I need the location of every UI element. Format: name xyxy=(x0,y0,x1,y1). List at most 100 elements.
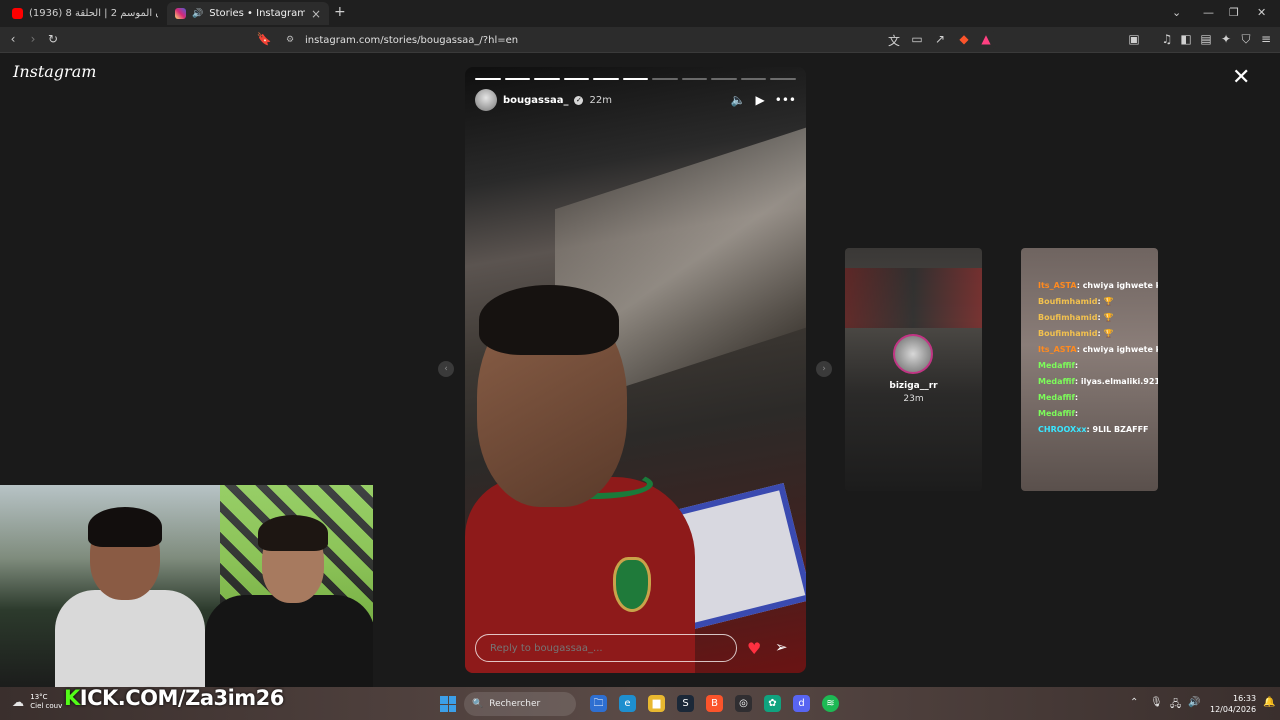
brave-shield-icon[interactable]: ◆ xyxy=(956,32,972,46)
previous-story-icon[interactable]: ‹ xyxy=(438,361,454,377)
weather-widget[interactable]: ☁ 13°C Ciel couv xyxy=(12,693,62,711)
avatar[interactable] xyxy=(475,89,497,111)
progress-segment xyxy=(504,78,531,80)
brave-rewards-icon[interactable]: ▲ xyxy=(978,32,994,46)
reply-input[interactable] xyxy=(475,634,737,662)
wallet-icon[interactable]: ▤ xyxy=(1198,32,1214,46)
app-icon-discord[interactable]: d xyxy=(793,695,810,712)
chat-line: Boufimhamid: 🏆 xyxy=(1038,326,1158,342)
chat-line: Its_ASTA: chwiya ighwete ktar xyxy=(1038,342,1158,358)
story-badge xyxy=(613,557,651,612)
chat-message: : 🏆 xyxy=(1097,297,1114,306)
webcam-overlay xyxy=(0,485,373,694)
reader-icon[interactable]: ◧ xyxy=(1178,32,1194,46)
media-icon[interactable]: ♫ xyxy=(1159,32,1175,46)
taskbar-clock[interactable]: 16:33 12/04/2026 xyxy=(1210,693,1256,715)
clock-time: 16:33 xyxy=(1233,694,1257,703)
more-options-icon[interactable]: ••• xyxy=(775,93,796,107)
chat-username: Boufimhamid xyxy=(1038,329,1098,338)
next-story-icon[interactable]: › xyxy=(816,361,832,377)
app-icon-edge[interactable]: e xyxy=(619,695,636,712)
story-username[interactable]: bougassaa_ xyxy=(503,95,568,106)
app-icon-steam[interactable]: S xyxy=(677,695,694,712)
progress-segment xyxy=(681,78,708,80)
chat-overlay: Its_ASTA: chwiya ighwete ktarBoufimhamid… xyxy=(1038,278,1158,438)
close-tab-icon[interactable]: × xyxy=(311,7,321,21)
preview-time: 23m xyxy=(903,394,924,404)
scrollbar[interactable] xyxy=(1272,65,1276,675)
share-icon[interactable]: ↗ xyxy=(932,32,948,46)
progress-segment xyxy=(711,78,737,80)
kick-url: ICK.COM/Za3im26 xyxy=(79,686,285,710)
close-window-icon[interactable]: ✕ xyxy=(1257,6,1266,19)
menu-icon[interactable]: ≡ xyxy=(1258,32,1274,46)
leo-icon[interactable]: ✦ xyxy=(1218,32,1234,46)
close-story-icon[interactable]: ✕ xyxy=(1232,65,1250,90)
progress-segment xyxy=(475,78,501,80)
new-tab-button[interactable]: + xyxy=(334,4,346,20)
microphone-icon[interactable]: 🎙 xyxy=(1150,697,1163,708)
progress-segment xyxy=(652,78,678,80)
weather-desc: Ciel couv xyxy=(30,702,63,710)
chat-message: : chwiya ighwete ktar xyxy=(1076,345,1158,354)
chat-line: Medaffif: xyxy=(1038,358,1158,374)
translate-icon[interactable]: 文 xyxy=(886,32,902,49)
chat-line: CHROOXxx: 9LIL BZAFFF xyxy=(1038,422,1158,438)
chat-message: : 🏆 xyxy=(1097,329,1114,338)
like-heart-icon[interactable]: ♥ xyxy=(747,639,761,658)
progress-segment xyxy=(563,78,590,80)
tab-youtube[interactable]: (1936) دار العرسان الموسم 2 | الحلقة 8 xyxy=(4,2,166,25)
chat-username: Its_ASTA xyxy=(1038,281,1077,290)
volume-icon[interactable]: 🔊 xyxy=(1188,697,1200,708)
chat-username: CHROOXxx xyxy=(1038,425,1087,434)
app-icon-chatgpt[interactable]: ✿ xyxy=(764,695,781,712)
progress-segment xyxy=(593,78,619,80)
cast-icon[interactable]: ▭ xyxy=(909,32,925,46)
network-icon[interactable]: 🖧 xyxy=(1170,697,1181,714)
vpn-icon[interactable]: ⛉ xyxy=(1238,32,1254,47)
instagram-logo[interactable]: Instagram xyxy=(13,62,96,81)
minimize-icon[interactable]: — xyxy=(1203,6,1214,19)
tab-instagram[interactable]: 🔊 Stories • Instagram × xyxy=(167,2,329,25)
chat-username: Medaffif xyxy=(1038,393,1075,402)
app-icon-obs[interactable]: ◎ xyxy=(735,695,752,712)
story-viewer[interactable]: bougassaa_ ✓ 22m 🔈 ▶ ••• ♥ ➢ xyxy=(465,67,806,673)
story-preview-biziga[interactable]: biziga__rr 23m xyxy=(845,248,982,491)
tray-chevron-icon[interactable]: ⌃ xyxy=(1130,697,1138,708)
chat-username: Boufimhamid xyxy=(1038,297,1098,306)
story-header: bougassaa_ ✓ 22m 🔈 ▶ ••• xyxy=(475,88,796,112)
app-icon-folder[interactable]: ▆ xyxy=(648,695,665,712)
app-icon-brave[interactable]: B xyxy=(706,695,723,712)
send-icon[interactable]: ➢ xyxy=(775,638,788,656)
story-preview-chat[interactable]: Its_ASTA: chwiya ighwete ktarBoufimhamid… xyxy=(1021,248,1158,491)
taskbar-search[interactable]: 🔍 Rechercher xyxy=(464,692,576,716)
bookmark-icon[interactable]: 🔖 xyxy=(256,32,272,46)
tab-list-icon[interactable]: ⌄ xyxy=(1172,6,1181,19)
story-time: 22m xyxy=(589,94,612,106)
maximize-icon[interactable]: ❐ xyxy=(1229,6,1239,19)
speaker-icon[interactable]: 🔊 xyxy=(192,9,203,19)
kick-logo-icon: K xyxy=(64,686,80,710)
tab-strip: (1936) دار العرسان الموسم 2 | الحلقة 8 🔊… xyxy=(0,0,1280,27)
youtube-icon xyxy=(12,8,23,19)
chat-line: Medaffif: xyxy=(1038,390,1158,406)
notification-icon[interactable]: 🔔 xyxy=(1263,697,1275,708)
url-text: instagram.com/stories/bougassaa_/?hl=en xyxy=(305,34,519,46)
sidebar-icon[interactable]: ▣ xyxy=(1126,32,1142,46)
streamer-body xyxy=(55,590,205,694)
chat-message: : xyxy=(1074,409,1079,418)
back-icon[interactable]: ‹ xyxy=(5,32,21,46)
site-info-icon[interactable]: ⚙ xyxy=(286,35,294,45)
verified-badge-icon: ✓ xyxy=(574,95,584,105)
forward-icon[interactable]: › xyxy=(25,32,41,46)
streamer-hair xyxy=(88,507,162,547)
windows-start-icon[interactable] xyxy=(440,696,456,712)
app-icon-explorer[interactable]: 🗀 xyxy=(590,695,607,712)
browser-toolbar: ‹ › ↻ 🔖 ⚙ instagram.com/stories/bougassa… xyxy=(0,27,1280,53)
reload-icon[interactable]: ↻ xyxy=(45,32,61,46)
chat-line: Medaffif: xyxy=(1038,406,1158,422)
mute-icon[interactable]: 🔈 xyxy=(731,93,746,107)
play-icon[interactable]: ▶ xyxy=(756,93,765,107)
weather-temp: 13°C xyxy=(30,693,48,701)
app-icon-spotify[interactable]: ≋ xyxy=(822,695,839,712)
